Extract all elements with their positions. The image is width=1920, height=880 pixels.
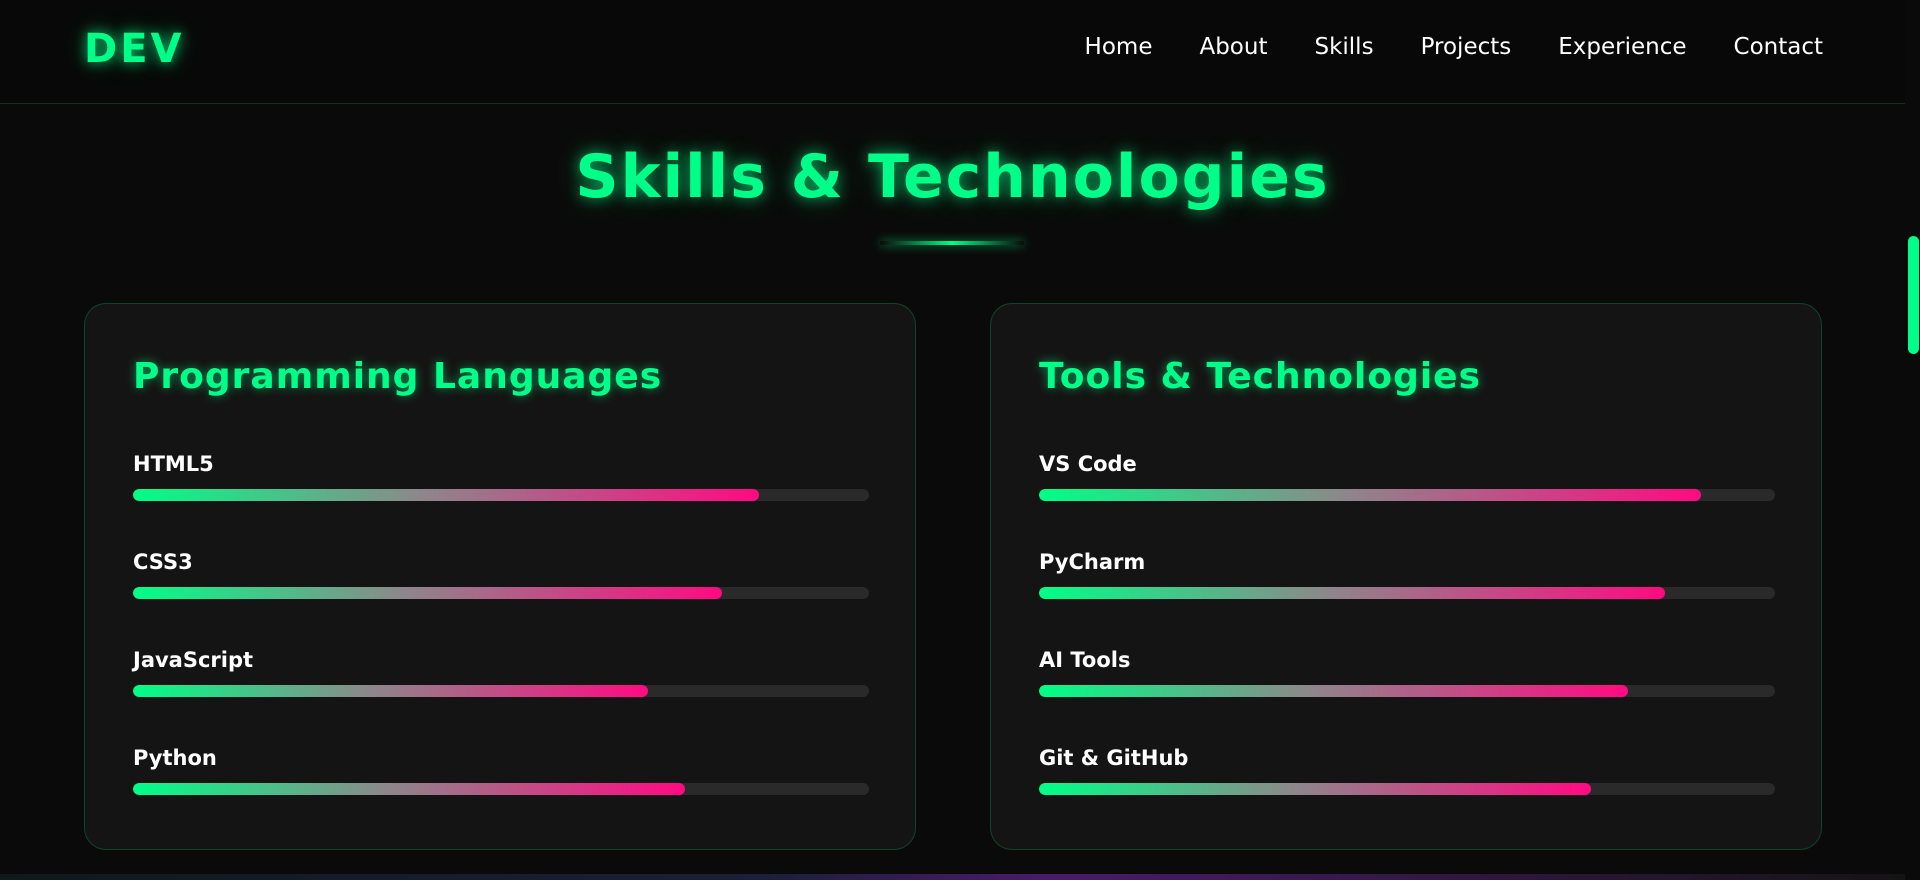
skill-bar-fill xyxy=(133,587,722,599)
skill-name: Python xyxy=(133,746,217,770)
skill-bar-fill xyxy=(1039,685,1628,697)
skill-item: PyCharm xyxy=(1039,547,1775,599)
skill-name: CSS3 xyxy=(133,550,193,574)
nav-links: Home About Skills Projects Experience Co… xyxy=(1085,34,1823,60)
skill-name: Git & GitHub xyxy=(1039,746,1189,770)
nav-link-skills[interactable]: Skills xyxy=(1314,34,1373,60)
nav-link-projects[interactable]: Projects xyxy=(1421,34,1512,60)
skill-item: AI Tools xyxy=(1039,645,1775,697)
skill-bar-track xyxy=(1039,685,1775,697)
navbar: DEV Home About Skills Projects Experienc… xyxy=(0,0,1905,104)
skill-name: AI Tools xyxy=(1039,648,1131,672)
skill-item: HTML5 xyxy=(133,449,869,501)
skill-bar-track xyxy=(133,489,869,501)
skill-bar-fill xyxy=(1039,783,1591,795)
title-underline xyxy=(880,241,1024,245)
nav-link-contact[interactable]: Contact xyxy=(1734,34,1823,60)
skill-bar-fill xyxy=(1039,587,1665,599)
skill-item: VS Code xyxy=(1039,449,1775,501)
logo[interactable]: DEV xyxy=(84,26,184,72)
skill-item: Git & GitHub xyxy=(1039,743,1775,795)
skill-bar-fill xyxy=(133,783,685,795)
skill-bar-track xyxy=(133,783,869,795)
skill-name: PyCharm xyxy=(1039,550,1146,574)
skill-name: JavaScript xyxy=(133,648,254,672)
skill-item: Python xyxy=(133,743,869,795)
skill-bar-track xyxy=(1039,587,1775,599)
skill-bar-fill xyxy=(133,685,649,697)
skill-item: CSS3 xyxy=(133,547,869,599)
skills-card-tools: Tools & Technologies VS Code PyCharm AI … xyxy=(990,303,1822,850)
card-title: Tools & Technologies xyxy=(1039,356,1482,397)
nav-link-home[interactable]: Home xyxy=(1085,34,1153,60)
section-title: Skills & Technologies xyxy=(575,142,1330,212)
skill-name: HTML5 xyxy=(133,452,214,476)
nav-link-experience[interactable]: Experience xyxy=(1558,34,1686,60)
skill-bar-track xyxy=(1039,783,1775,795)
skill-name: VS Code xyxy=(1039,452,1137,476)
page-scrollbar-thumb[interactable] xyxy=(1908,236,1919,354)
skill-bar-track xyxy=(133,587,869,599)
card-title: Programming Languages xyxy=(133,356,663,397)
skills-card-programming: Programming Languages HTML5 CSS3 JavaScr… xyxy=(84,303,916,850)
skill-item: JavaScript xyxy=(133,645,869,697)
skill-bar-fill xyxy=(1039,489,1702,501)
skill-bar-track xyxy=(133,685,869,697)
skill-bar-track xyxy=(1039,489,1775,501)
bottom-gradient-strip xyxy=(0,874,1905,880)
nav-link-about[interactable]: About xyxy=(1199,34,1267,60)
skill-bar-fill xyxy=(133,489,759,501)
